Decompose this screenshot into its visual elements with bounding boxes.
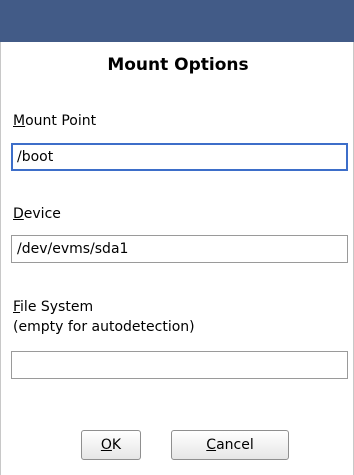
device-label: Device [13,205,61,224]
file-system-hint: (empty for autodetection) [13,319,195,335]
ok-button-rest: K [111,437,122,453]
file-system-input[interactable] [11,351,348,379]
dialog-title: Mount Options [107,55,249,75]
mount-point-label-mnemonic: M [13,113,26,129]
file-system-label-rest: ile System [20,299,94,315]
device-input[interactable] [11,235,348,263]
mount-options-dialog: Mount Options Mount Point Device File Sy… [0,42,354,475]
cancel-button[interactable]: Cancel [171,430,289,460]
device-label-rest: evice [23,206,61,222]
file-system-label: File System [13,298,93,317]
cancel-button-mnemonic: C [206,437,217,453]
ok-button-mnemonic: O [100,437,112,453]
window-titlebar[interactable] [0,0,354,42]
mount-point-input[interactable] [11,143,348,171]
device-label-mnemonic: D [13,206,24,222]
cancel-button-rest: ancel [216,437,254,453]
ok-button[interactable]: OK [81,430,141,460]
mount-point-label: Mount Point [13,112,96,131]
mount-point-label-rest: ount Point [25,113,97,129]
file-system-label-mnemonic: F [13,299,21,315]
